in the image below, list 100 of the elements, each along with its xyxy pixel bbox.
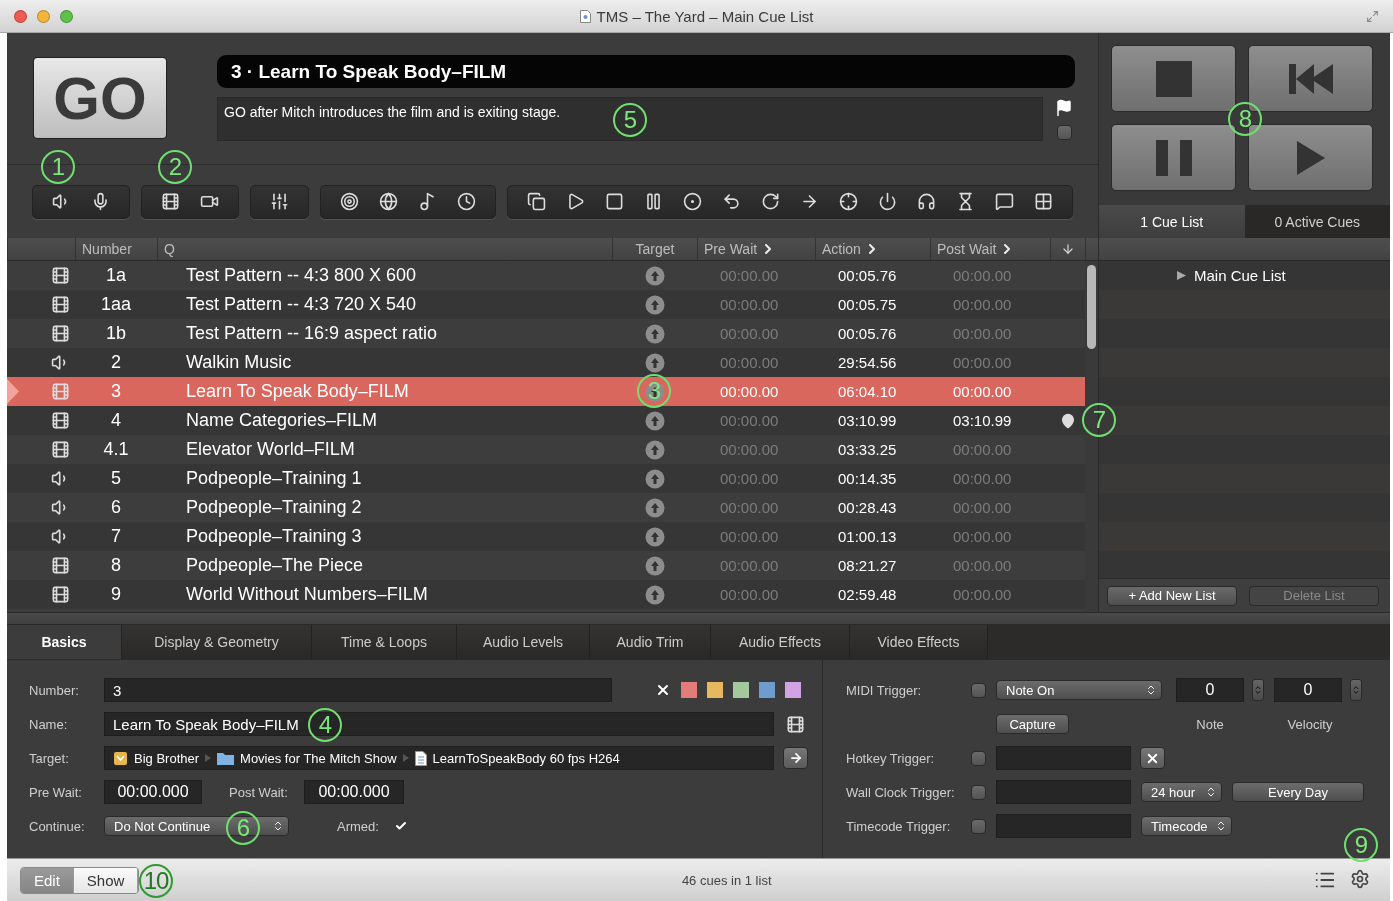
inspector-tab[interactable]: Video Effects bbox=[850, 625, 988, 659]
color-swatch[interactable] bbox=[759, 682, 775, 698]
stop-button[interactable] bbox=[1111, 45, 1236, 112]
copy-icon[interactable] bbox=[527, 192, 546, 211]
microphone-icon[interactable] bbox=[91, 192, 110, 211]
cue-row[interactable]: 1aa Test Pattern -- 4:3 720 X 540 00:00.00 00:05.75 00:00.00 bbox=[7, 290, 1085, 319]
stepper[interactable] bbox=[1350, 679, 1362, 701]
pause-button[interactable] bbox=[1111, 124, 1236, 191]
music-note-icon[interactable] bbox=[418, 192, 437, 211]
close-button[interactable] bbox=[14, 9, 27, 23]
panel-tab[interactable]: 0 Active Cues bbox=[1244, 205, 1390, 238]
disclosure-triangle-icon[interactable] bbox=[1177, 271, 1186, 280]
target-path-field[interactable]: Big Brother Movies for The Mitch Show LearnToSpeakBody 60 fps H264 bbox=[104, 746, 774, 770]
column-header[interactable]: Q bbox=[157, 238, 612, 260]
flag-checkbox[interactable] bbox=[1056, 125, 1072, 140]
cue-row[interactable]: 4 Name Categories–FILM 00:00.00 03:10.99 03:10.99 bbox=[7, 406, 1085, 435]
clear-hotkey-button[interactable] bbox=[1140, 747, 1165, 769]
headphones-icon[interactable] bbox=[917, 192, 936, 211]
hotkey-trigger-checkbox[interactable] bbox=[971, 750, 986, 766]
inspector-tab[interactable]: Display & Geometry bbox=[122, 625, 312, 659]
hotkey-field[interactable] bbox=[996, 746, 1131, 770]
midi-message-select[interactable]: Note On bbox=[996, 680, 1162, 700]
wall-clock-trigger-checkbox[interactable] bbox=[971, 784, 986, 800]
cue-row[interactable]: 7 Podpeople–Training 3 00:00.00 01:00.13 00:00.00 bbox=[7, 522, 1085, 551]
cue-row[interactable]: 5 Podpeople–Training 1 00:00.00 00:14.35 00:00.00 bbox=[7, 464, 1085, 493]
target-icon[interactable] bbox=[340, 192, 359, 211]
scrollbar-thumb[interactable] bbox=[1087, 265, 1096, 349]
pre-wait-field[interactable]: 00:00.000 bbox=[104, 780, 202, 804]
post-wait-time: 00:00.00 bbox=[952, 556, 1012, 574]
stepper[interactable] bbox=[1252, 679, 1264, 701]
wall-clock-field[interactable] bbox=[996, 780, 1131, 804]
pause-icon[interactable] bbox=[644, 192, 663, 211]
inspector-tab[interactable]: Audio Levels bbox=[457, 625, 590, 659]
clear-color-icon[interactable] bbox=[655, 682, 671, 698]
settings-icon[interactable] bbox=[1350, 869, 1370, 889]
list-button[interactable]: + Add New List bbox=[1107, 585, 1237, 606]
repeat-button[interactable]: Every Day bbox=[1232, 782, 1364, 802]
arrow-down-icon[interactable] bbox=[1061, 242, 1075, 256]
column-header[interactable]: Post Wait bbox=[930, 238, 1050, 260]
inspector-tab[interactable]: Audio Trim bbox=[590, 625, 711, 659]
cue-list-name[interactable]: Main Cue List bbox=[1194, 267, 1286, 284]
cue-title-display: 3 · Learn To Speak Body–FILM bbox=[217, 55, 1075, 88]
pre-wait-time: 00:00.00 bbox=[719, 295, 779, 313]
timecode-field[interactable] bbox=[996, 814, 1131, 838]
inspector-tab[interactable]: Time & Loops bbox=[312, 625, 457, 659]
column-header[interactable]: Number bbox=[75, 238, 157, 260]
column-header[interactable]: Target bbox=[612, 238, 697, 260]
window-title: TMS – The Yard – Main Cue List bbox=[596, 7, 814, 25]
undo-icon[interactable] bbox=[722, 192, 741, 211]
post-wait-time: 00:00.00 bbox=[952, 440, 1012, 458]
post-wait-field[interactable]: 00:00.000 bbox=[304, 780, 404, 804]
pre-wait-time: 00:00.00 bbox=[719, 266, 779, 284]
armed-checkbox[interactable] bbox=[394, 819, 408, 833]
play-icon[interactable] bbox=[566, 192, 585, 211]
note-field[interactable]: 0 bbox=[1176, 678, 1244, 702]
column-header[interactable]: Pre Wait bbox=[697, 238, 815, 260]
globe-icon[interactable] bbox=[379, 192, 398, 211]
number-field[interactable]: 3 bbox=[104, 678, 612, 702]
inspector-tab[interactable]: Audio Effects bbox=[711, 625, 850, 659]
capture-button[interactable]: Capture bbox=[996, 714, 1069, 734]
inspector-tab[interactable]: Basics bbox=[7, 625, 122, 659]
midi-trigger-checkbox[interactable] bbox=[971, 682, 986, 698]
action-time: 00:05.75 bbox=[837, 295, 897, 313]
path-item[interactable]: Big Brother bbox=[134, 750, 200, 766]
timecode-trigger-checkbox[interactable] bbox=[971, 818, 986, 834]
callout-number: 1 bbox=[41, 150, 75, 184]
playhead-icon bbox=[7, 377, 21, 406]
color-swatch[interactable] bbox=[733, 682, 749, 698]
panel-tab[interactable]: 1 Cue List bbox=[1099, 205, 1245, 238]
rewind-button[interactable] bbox=[1248, 45, 1373, 112]
power-icon[interactable] bbox=[878, 192, 897, 211]
velocity-field[interactable]: 0 bbox=[1274, 678, 1342, 702]
film-icon bbox=[51, 585, 70, 604]
color-swatch[interactable] bbox=[707, 682, 723, 698]
redo-icon[interactable] bbox=[761, 192, 780, 211]
cue-name: World Without Numbers–FILM bbox=[185, 584, 429, 605]
film-icon[interactable] bbox=[161, 192, 180, 211]
cue-row[interactable]: 2 Walkin Music 00:00.00 29:54.56 00:00.00 bbox=[7, 348, 1085, 377]
zoom-button[interactable] bbox=[60, 9, 73, 23]
speech-bubble-icon[interactable] bbox=[995, 192, 1014, 211]
color-swatch[interactable] bbox=[785, 682, 801, 698]
crosshair-icon[interactable] bbox=[839, 192, 858, 211]
clock-format-select[interactable]: 24 hour bbox=[1141, 782, 1222, 802]
record-icon[interactable] bbox=[683, 192, 702, 211]
clock-icon[interactable] bbox=[457, 192, 476, 211]
hourglass-icon[interactable] bbox=[956, 192, 975, 211]
go-button[interactable]: GO bbox=[33, 57, 167, 139]
reveal-target-button[interactable] bbox=[783, 747, 808, 769]
stop-icon[interactable] bbox=[605, 192, 624, 211]
timecode-source-select[interactable]: Timecode bbox=[1141, 816, 1232, 836]
cue-number: 5 bbox=[111, 468, 121, 489]
mode-button[interactable]: Show bbox=[73, 867, 139, 893]
cue-number: 2 bbox=[111, 352, 121, 373]
cue-row[interactable]: 9 World Without Numbers–FILM 00:00.00 02:59.48 00:00.00 bbox=[7, 580, 1085, 609]
fullscreen-icon[interactable] bbox=[1366, 9, 1379, 23]
path-item[interactable]: Movies for The Mitch Show bbox=[240, 750, 397, 766]
color-swatch[interactable] bbox=[681, 682, 697, 698]
path-item[interactable]: LearnToSpeakBody 60 fps H264 bbox=[432, 750, 620, 766]
sliders-icon[interactable] bbox=[270, 192, 289, 211]
column-header[interactable]: Action bbox=[815, 238, 930, 260]
